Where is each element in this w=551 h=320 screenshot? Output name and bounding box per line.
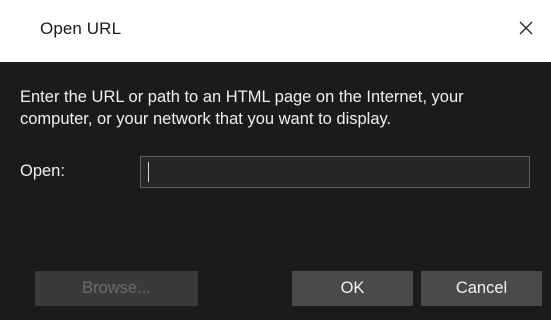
ok-button[interactable]: OK xyxy=(292,271,413,306)
title-bar: Open URL xyxy=(0,0,551,62)
open-url-dialog: Open URL Enter the URL or path to an HTM… xyxy=(0,0,551,320)
instruction-text: Enter the URL or path to an HTML page on… xyxy=(20,88,464,128)
browse-button[interactable]: Browse... xyxy=(35,271,198,306)
dialog-body: Enter the URL or path to an HTML page on… xyxy=(0,62,551,320)
cancel-button[interactable]: Cancel xyxy=(421,271,542,306)
text-caret xyxy=(148,162,149,182)
close-button[interactable] xyxy=(511,13,541,43)
close-icon xyxy=(519,21,533,35)
url-input[interactable] xyxy=(140,156,530,188)
dialog-title: Open URL xyxy=(40,19,122,38)
open-label: Open: xyxy=(20,162,65,180)
